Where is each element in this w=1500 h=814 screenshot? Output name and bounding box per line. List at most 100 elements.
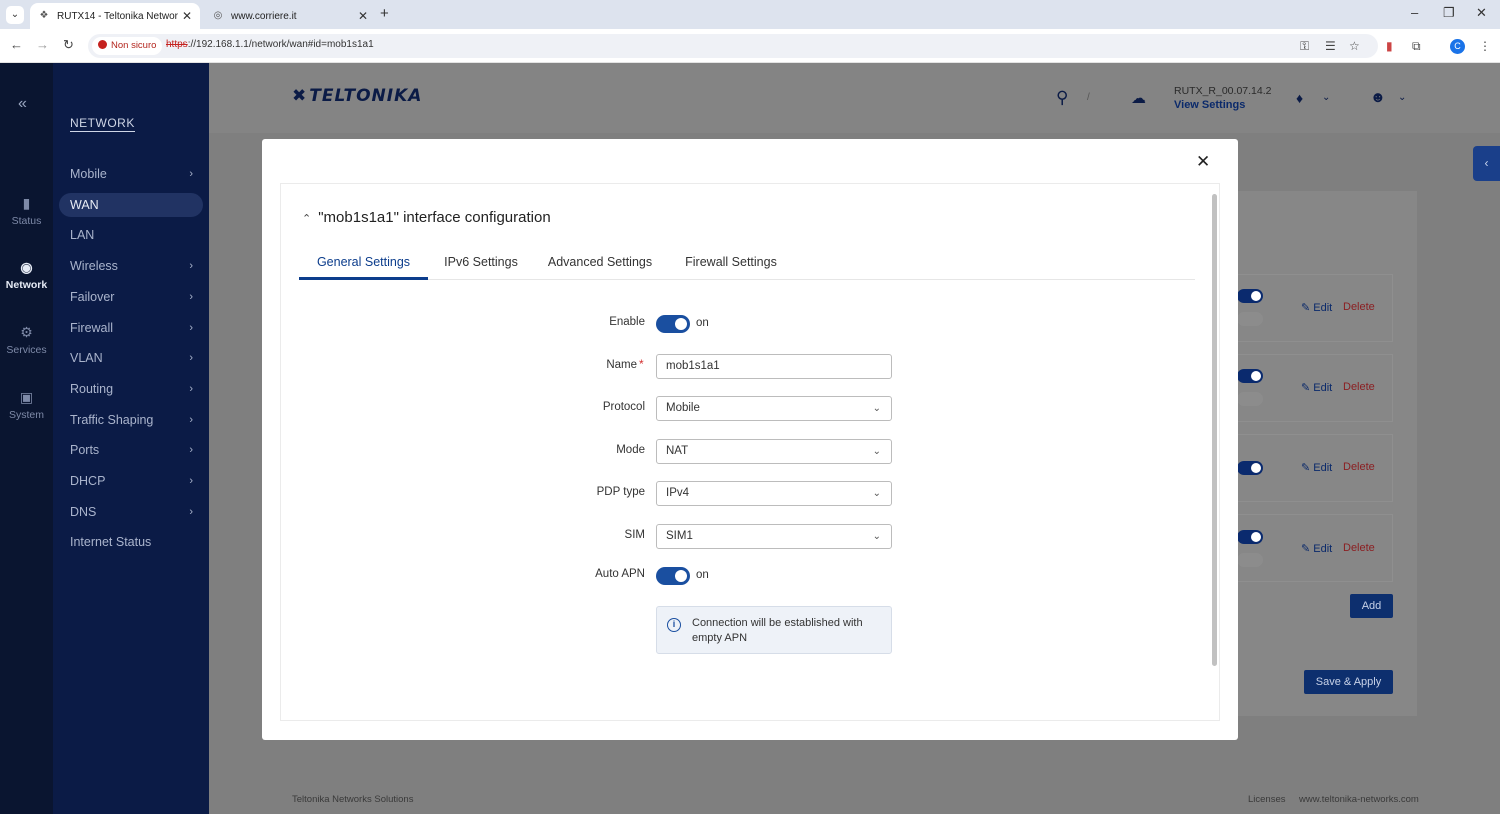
- sidebar-item-dns[interactable]: DNS ›: [59, 500, 203, 524]
- chevron-right-icon: ›: [189, 321, 193, 334]
- auto-apn-toggle[interactable]: [656, 567, 690, 585]
- tab-firewall-settings[interactable]: Firewall Settings: [677, 250, 785, 280]
- sidebar-item-label: Firewall: [70, 320, 114, 335]
- name-input[interactable]: mob1s1a1: [656, 354, 892, 379]
- pdp-type-select[interactable]: IPv4 ⌄: [656, 481, 892, 506]
- tab-general-settings[interactable]: General Settings: [299, 250, 428, 280]
- search-icon[interactable]: ⚲: [1056, 88, 1068, 108]
- user-settings-icon[interactable]: ☻: [1370, 89, 1386, 106]
- save-apply-button[interactable]: Save & Apply: [1304, 670, 1393, 694]
- info-icon: i: [667, 618, 681, 632]
- back-icon[interactable]: ←: [10, 37, 23, 52]
- browser-tab-inactive[interactable]: ◎ www.corriere.it ✕: [204, 3, 376, 29]
- window-close-icon[interactable]: ✕: [1476, 5, 1487, 21]
- sidebar-item-lan[interactable]: LAN: [59, 223, 203, 247]
- interface-toggle[interactable]: [1237, 312, 1263, 326]
- info-message-text: Connection will be established with empt…: [692, 617, 863, 644]
- reload-icon[interactable]: ↻: [63, 37, 74, 53]
- restore-icon[interactable]: ❐: [1443, 5, 1455, 21]
- password-key-icon[interactable]: ⚿: [1300, 39, 1309, 54]
- sidebar-item-dhcp[interactable]: DHCP ›: [59, 469, 203, 493]
- cloud-upload-icon[interactable]: ☁: [1131, 89, 1146, 107]
- chevron-left-icon: ‹: [1484, 156, 1489, 170]
- interface-toggle[interactable]: [1237, 461, 1263, 475]
- interface-toggle[interactable]: [1237, 289, 1263, 303]
- bell-icon[interactable]: ♦: [1296, 90, 1303, 106]
- delete-button[interactable]: Delete: [1343, 301, 1375, 313]
- delete-button[interactable]: Delete: [1343, 542, 1375, 554]
- tab-list-chevron-icon[interactable]: ⌄: [6, 6, 24, 24]
- delete-button[interactable]: Delete: [1343, 381, 1375, 393]
- tab-close-icon[interactable]: ✕: [358, 9, 368, 23]
- interface-toggle[interactable]: [1237, 369, 1263, 383]
- tab-ipv6-settings[interactable]: IPv6 Settings: [433, 250, 529, 280]
- logo-mark-icon: ✖: [292, 86, 308, 106]
- browser-menu-icon[interactable]: ⋮: [1479, 39, 1491, 53]
- pencil-icon: ✎: [1301, 543, 1311, 555]
- security-chip[interactable]: Non sicuro: [92, 37, 163, 55]
- chevron-right-icon: ›: [189, 475, 193, 487]
- rail-network[interactable]: ◉ Network: [0, 259, 53, 291]
- interface-toggle[interactable]: [1237, 392, 1263, 406]
- mode-select[interactable]: NAT ⌄: [656, 439, 892, 464]
- edit-button[interactable]: ✎ Edit: [1301, 301, 1332, 314]
- minimize-icon[interactable]: –: [1411, 5, 1418, 20]
- sidebar-item-ports[interactable]: Ports ›: [59, 438, 203, 462]
- bookmark-star-icon[interactable]: ☆: [1349, 39, 1360, 53]
- chevron-right-icon: ›: [189, 505, 193, 518]
- extension-pdf-icon[interactable]: ▮: [1386, 39, 1393, 53]
- profile-avatar[interactable]: C: [1450, 39, 1465, 54]
- rail-system[interactable]: ▣ System: [0, 389, 53, 421]
- footer-licenses-link[interactable]: Licenses: [1248, 794, 1286, 805]
- interface-toggle[interactable]: [1237, 530, 1263, 544]
- url-omnibox[interactable]: Non sicuro https://192.168.1.1/network/w…: [88, 34, 1378, 58]
- rail-services[interactable]: ⚙ Services: [0, 324, 53, 356]
- tab-close-icon[interactable]: ✕: [182, 9, 192, 23]
- protocol-select[interactable]: Mobile ⌄: [656, 396, 892, 421]
- sidebar-item-internet-status[interactable]: Internet Status: [59, 530, 203, 554]
- tab-advanced-settings[interactable]: Advanced Settings: [545, 250, 655, 280]
- interface-config-modal: ✕ ⌃ "mob1s1a1" interface configuration Ge…: [262, 139, 1238, 740]
- extensions-puzzle-icon[interactable]: ⧉: [1412, 39, 1421, 54]
- enable-toggle[interactable]: [656, 315, 690, 333]
- footer-company: Teltonika Networks Solutions: [292, 794, 414, 805]
- translate-icon[interactable]: ☰: [1325, 39, 1336, 53]
- sidebar-item-failover[interactable]: Failover ›: [59, 285, 203, 309]
- sim-select[interactable]: SIM1 ⌄: [656, 524, 892, 549]
- browser-tabbar: ⌄ ❖ RUTX14 - Teltonika Networks ✕ ◎ www.…: [0, 0, 1500, 29]
- collapse-chevrons-icon[interactable]: «: [18, 95, 27, 113]
- sidebar-item-vlan[interactable]: VLAN ›: [59, 346, 203, 370]
- chevron-down-icon[interactable]: ⌄: [1322, 92, 1330, 103]
- new-tab-icon[interactable]: +: [380, 5, 389, 22]
- add-button[interactable]: Add: [1350, 594, 1393, 618]
- edit-button[interactable]: ✎ Edit: [1301, 381, 1332, 394]
- chevron-up-icon[interactable]: ⌃: [302, 213, 311, 225]
- edit-button[interactable]: ✎ Edit: [1301, 542, 1332, 555]
- close-icon[interactable]: ✕: [1196, 152, 1210, 172]
- chevron-down-icon[interactable]: ⌄: [1398, 92, 1406, 103]
- forward-icon[interactable]: →: [36, 37, 49, 52]
- view-settings-link[interactable]: View Settings: [1174, 99, 1245, 111]
- sidebar-item-traffic-shaping[interactable]: Traffic Shaping ›: [59, 408, 203, 432]
- browser-tab-active[interactable]: ❖ RUTX14 - Teltonika Networks ✕: [30, 3, 200, 29]
- chevron-right-icon: ›: [189, 290, 193, 303]
- sidebar-item-firewall[interactable]: Firewall ›: [59, 316, 203, 340]
- pencil-icon: ✎: [1301, 302, 1311, 314]
- sidebar-item-routing[interactable]: Routing ›: [59, 377, 203, 401]
- modal-scrollbar[interactable]: [1212, 194, 1217, 666]
- edit-button[interactable]: ✎ Edit: [1301, 461, 1332, 474]
- sidebar-item-label: Failover: [70, 289, 115, 304]
- delete-button[interactable]: Delete: [1343, 461, 1375, 473]
- sidebar-item-label: VLAN: [70, 351, 103, 366]
- sidebar-item-wan[interactable]: WAN: [59, 192, 203, 217]
- sidebar-item-wireless[interactable]: Wireless ›: [59, 254, 203, 278]
- section-title[interactable]: ⌃ "mob1s1a1" interface configuration: [302, 209, 551, 226]
- interface-toggle[interactable]: [1237, 553, 1263, 567]
- footer-website-link[interactable]: www.teltonika-networks.com: [1299, 794, 1419, 805]
- protocol-label: Protocol: [602, 401, 645, 413]
- url-text[interactable]: https://192.168.1.1/network/wan#id=mob1s…: [166, 39, 374, 50]
- rail-status[interactable]: ▮ Status: [0, 195, 53, 227]
- sidebar-item-mobile[interactable]: Mobile ›: [59, 162, 203, 186]
- side-panel-toggle[interactable]: ‹: [1473, 146, 1500, 181]
- teltonika-logo[interactable]: ✖ TELTONIKA: [292, 86, 422, 106]
